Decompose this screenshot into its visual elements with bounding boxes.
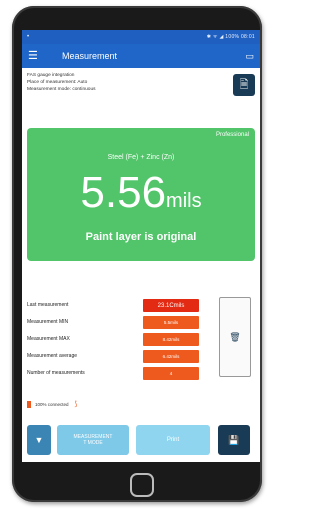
home-button[interactable]	[130, 473, 154, 497]
stat-label: Measurement MIN	[27, 319, 69, 325]
statistics-panel: Last measurement 23.1Cmils Measurement M…	[27, 297, 255, 392]
stat-value: 23.1Cmils	[143, 299, 199, 312]
app-bar: ☰ Measurement ▭	[22, 44, 260, 68]
stat-value: 8.42mils	[143, 333, 199, 346]
clear-measurements-button[interactable]: 🗑	[219, 297, 251, 377]
mode-label: Professional	[215, 132, 249, 138]
stat-label: Last measurement	[27, 302, 69, 308]
value-unit: mils	[166, 190, 202, 212]
page-title: Measurement	[62, 51, 118, 61]
stat-value: 4	[143, 367, 199, 380]
paint-status: Paint layer is original	[85, 231, 197, 243]
info-line: Place of measurement: Auto	[27, 80, 88, 85]
trash-icon: 🗑	[229, 331, 241, 342]
stat-label: Number of measurements	[27, 370, 85, 376]
measurement-display: Professional Steel (Fe) + Zinc (Zn) 5.56…	[27, 128, 255, 261]
signal-icon: ⟆	[74, 401, 78, 408]
mode-button-label: MEASUREMENT T MODE	[74, 434, 113, 446]
info-line: Measurement mode: continuous	[27, 87, 96, 92]
print-button-label: Print	[166, 437, 180, 443]
save-button[interactable]: 💾	[218, 425, 250, 455]
save-icon: 💾	[228, 434, 240, 445]
expand-button[interactable]: ▼	[27, 425, 51, 455]
stat-label: Measurement MAX	[27, 336, 70, 342]
connection-status: 100% connected ⟆	[27, 400, 77, 408]
gauge-info: FAS gauge integration Place of measureme…	[22, 68, 260, 112]
action-bar: ▼ MEASUREMENT T MODE Print 💾	[27, 425, 255, 455]
info-line: FAS gauge integration	[27, 73, 75, 78]
measurement-mode-button[interactable]: MEASUREMENT T MODE	[57, 425, 129, 455]
stat-value: 5.5mils	[143, 316, 199, 329]
connection-text: 100% connected	[35, 401, 69, 407]
value-number: 5.56	[80, 168, 167, 217]
print-button[interactable]: Print	[136, 425, 210, 455]
notification-icon: •	[27, 34, 30, 40]
stat-value: 6.42mils	[143, 350, 199, 363]
material-label: Steel (Fe) + Zinc (Zn)	[107, 154, 175, 161]
status-bar: • ✱ ᯤ ◢ 100% 08:01	[22, 30, 260, 44]
mode-button-line-2: T MODE	[83, 440, 103, 446]
stat-label: Measurement average	[27, 353, 78, 359]
measurement-value: 5.56mils	[27, 170, 255, 224]
battery-icon	[27, 400, 31, 408]
chevron-down-icon: ▼	[34, 435, 44, 445]
status-indicators: ✱ ᯤ ◢ 100% 08:01	[206, 34, 255, 40]
document-icon: 🗎	[239, 78, 249, 91]
pdf-export-button[interactable]: 🗎	[233, 74, 255, 96]
cast-icon[interactable]: ▭	[245, 51, 254, 62]
menu-icon[interactable]: ☰	[28, 50, 42, 62]
